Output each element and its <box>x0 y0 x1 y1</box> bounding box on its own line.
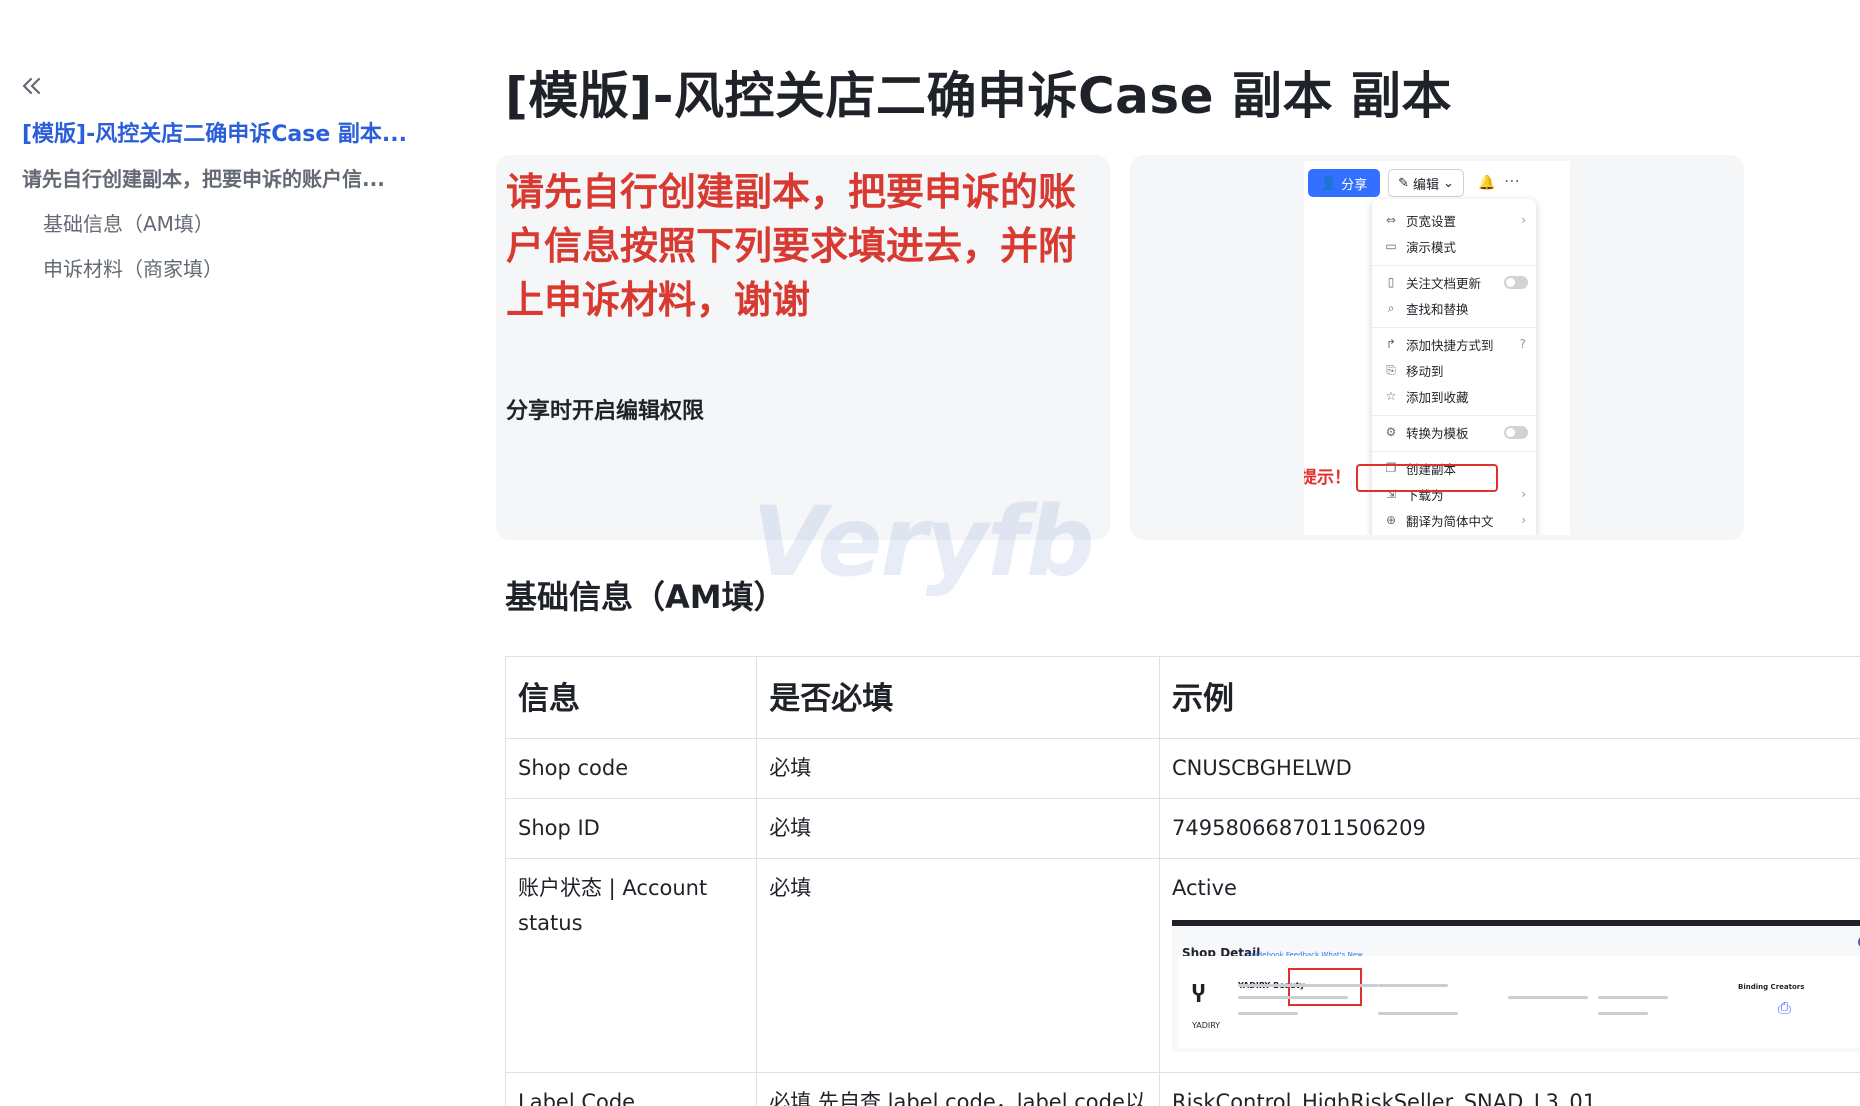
menu-item-label: 移动到 <box>1406 363 1444 379</box>
callout-block: 请先自行创建副本，把要申诉的账户信息按照下列要求填进去，并附上申诉材料，谢谢 分… <box>496 155 1110 540</box>
highlight-create-copy-box <box>1356 464 1498 492</box>
placeholder-line <box>1508 996 1588 999</box>
section-heading-basic-info: 基础信息（AM填） <box>505 578 786 616</box>
table-cell-info[interactable]: Shop ID <box>504 798 758 859</box>
table-header-example: 示例 <box>1159 656 1860 739</box>
share-label: 分享 <box>1341 177 1368 193</box>
toggle-switch <box>1504 426 1528 439</box>
table-header-required: 是否必填 <box>756 656 1160 739</box>
table-cell-required[interactable]: 必填 <box>756 798 1160 859</box>
callout-warning-text: 请先自行创建副本，把要申诉的账户信息按照下列要求填进去，并附上申诉材料，谢谢 <box>506 170 1077 322</box>
callout-note-text: 分享时开启编辑权限 <box>506 399 705 424</box>
table-cell-example[interactable]: CNUSCBGHELWD <box>1159 738 1860 799</box>
move-icon: ⎘ <box>1386 362 1396 377</box>
menu-item-translate: ⊕ 翻译为简体中文 › <box>1372 505 1536 535</box>
placeholder-line <box>1598 996 1668 999</box>
edit-button: ✎ 编辑 ⌄ <box>1388 169 1464 197</box>
menu-item-label: 转换为模板 <box>1406 425 1469 441</box>
menu-item-label: 添加快捷方式到 <box>1406 337 1494 353</box>
page-width-icon: ⇔ <box>1385 213 1397 227</box>
template-icon: ⚙ <box>1385 425 1397 439</box>
placeholder-line <box>1238 1012 1298 1015</box>
table-row: Label Code 必填 先自查 label code，label code以… <box>504 1072 1860 1106</box>
table-row: 账户状态 | Account status 必填 Active Shop Det… <box>504 858 1860 1073</box>
binding-icon: ⎙ <box>1778 998 1791 1017</box>
table-cell-info[interactable]: 账户状态 | Account status <box>504 858 758 1073</box>
star-icon: ☆ <box>1385 389 1397 403</box>
table-cell-example[interactable]: RiskControl_HighRiskSeller_SNAD_L3_01 <box>1159 1072 1860 1106</box>
present-icon: ▭ <box>1385 239 1397 253</box>
table-header-info: 信息 <box>504 656 758 739</box>
menu-item-find: ⌕ 查找和替换 <box>1372 293 1536 323</box>
edit-label: 编辑 <box>1412 177 1439 193</box>
table-cell-example-text: Active <box>1172 876 1237 900</box>
menu-item-label: 添加到收藏 <box>1406 389 1469 405</box>
menu-item-present: ▭ 演示模式 <box>1372 231 1536 261</box>
binding-creators-label: Binding Creators <box>1738 983 1805 991</box>
hint-label: 提示！ <box>1304 468 1351 488</box>
info-table: 信息 是否必填 示例 Shop code 必填 CNUSCBGHELWD Sho… <box>504 656 1860 1106</box>
table-cell-info[interactable]: Shop code <box>504 738 758 799</box>
chevron-right-icon: › <box>1521 213 1526 227</box>
outline-doc-title[interactable]: [模版]-风控关店二确申诉Case 副本... <box>22 116 422 148</box>
bell-icon: 🔔 <box>1478 175 1496 191</box>
shop-logo-text: YADIRY <box>1192 1021 1221 1030</box>
menu-item-label: 页宽设置 <box>1406 213 1457 229</box>
user-icon: 👤 <box>1320 175 1338 191</box>
menu-item-label: 关注文档更新 <box>1406 275 1482 291</box>
placeholder-line <box>1598 1012 1648 1015</box>
menu-divider <box>1372 327 1536 328</box>
menu-item-favorite: ☆ 添加到收藏 <box>1372 381 1536 411</box>
outline-item-appeal-materials[interactable]: 申诉材料（商家填） <box>43 253 223 282</box>
menu-divider <box>1372 415 1536 416</box>
outline-intro-item[interactable]: 请先自行创建副本，把要申诉的账户信... <box>22 163 422 192</box>
menu-divider <box>1372 265 1536 266</box>
pencil-icon: ✎ <box>1398 175 1409 191</box>
page-title: [模版]-风控关店二确申诉Case 副本 副本 <box>505 67 1452 125</box>
watermark: Veryfb <box>752 486 1095 598</box>
menu-item-template: ⚙ 转换为模板 <box>1372 417 1536 447</box>
toggle-switch <box>1504 276 1528 289</box>
follow-icon: ▯ <box>1387 275 1395 289</box>
menu-item-label: 演示模式 <box>1406 239 1457 255</box>
share-button: 👤 分享 <box>1308 169 1380 197</box>
highlight-status-box <box>1288 968 1362 1006</box>
more-icon: ⋯ <box>1504 171 1520 190</box>
help-icon: ? <box>1519 337 1526 351</box>
menu-divider <box>1372 451 1536 452</box>
placeholder-line <box>1238 996 1348 999</box>
menu-item-label: 查找和替换 <box>1406 301 1469 317</box>
chevron-right-icon: › <box>1521 487 1526 501</box>
shortcut-icon: ↱ <box>1385 337 1397 351</box>
table-cell-required[interactable]: 必填 <box>756 858 1160 1073</box>
outline-panel: [模版]-风控关店二确申诉Case 副本... 请先自行创建副本，把要申诉的账户… <box>0 0 470 1106</box>
chevron-right-icon: › <box>1521 513 1526 527</box>
table-header-row: 信息 是否必填 示例 <box>504 656 1860 739</box>
table-row: Shop code 必填 CNUSCBGHELWD <box>504 738 1860 799</box>
menu-item-label: 翻译为简体中文 <box>1406 513 1494 529</box>
chevron-down-icon: ⌄ <box>1443 175 1454 191</box>
table-cell-required[interactable]: 必填 先自查 label code，label code以 <box>756 1072 1160 1106</box>
find-icon: ⌕ <box>1387 300 1395 315</box>
placeholder-line <box>1238 984 1378 987</box>
instruction-screenshot[interactable]: 👤 分享 ✎ 编辑 ⌄ 🔔 ⋯ ⇔ 页宽设置 › ▭ 演示模式 ▯ 关注文档更新 <box>1130 155 1744 540</box>
screenshot-content: 👤 分享 ✎ 编辑 ⌄ 🔔 ⋯ ⇔ 页宽设置 › ▭ 演示模式 ▯ 关注文档更新 <box>1304 161 1570 535</box>
double-chevron-left-icon[interactable] <box>18 72 46 100</box>
placeholder-line <box>1378 984 1448 987</box>
table-row: Shop ID 必填 7495806687011506209 <box>504 798 1860 859</box>
table-cell-required[interactable]: 必填 <box>756 738 1160 799</box>
table-cell-example[interactable]: 7495806687011506209 <box>1159 798 1860 859</box>
table-cell-info[interactable]: Label Code <box>504 1072 758 1106</box>
translate-icon: ⊕ <box>1385 513 1397 527</box>
placeholder-line <box>1378 1012 1458 1015</box>
shop-detail-card: Ⴤ YADIRY YADIRY Beauty Binding Creators <box>1178 956 1860 1048</box>
outline-item-basic-info[interactable]: 基础信息（AM填） <box>43 208 214 237</box>
table-cell-example[interactable]: Active Shop Detail Guidebook Feedback Wh… <box>1159 858 1860 1073</box>
shop-detail-screenshot[interactable]: Shop Detail Guidebook Feedback What's Ne… <box>1172 920 1860 1052</box>
